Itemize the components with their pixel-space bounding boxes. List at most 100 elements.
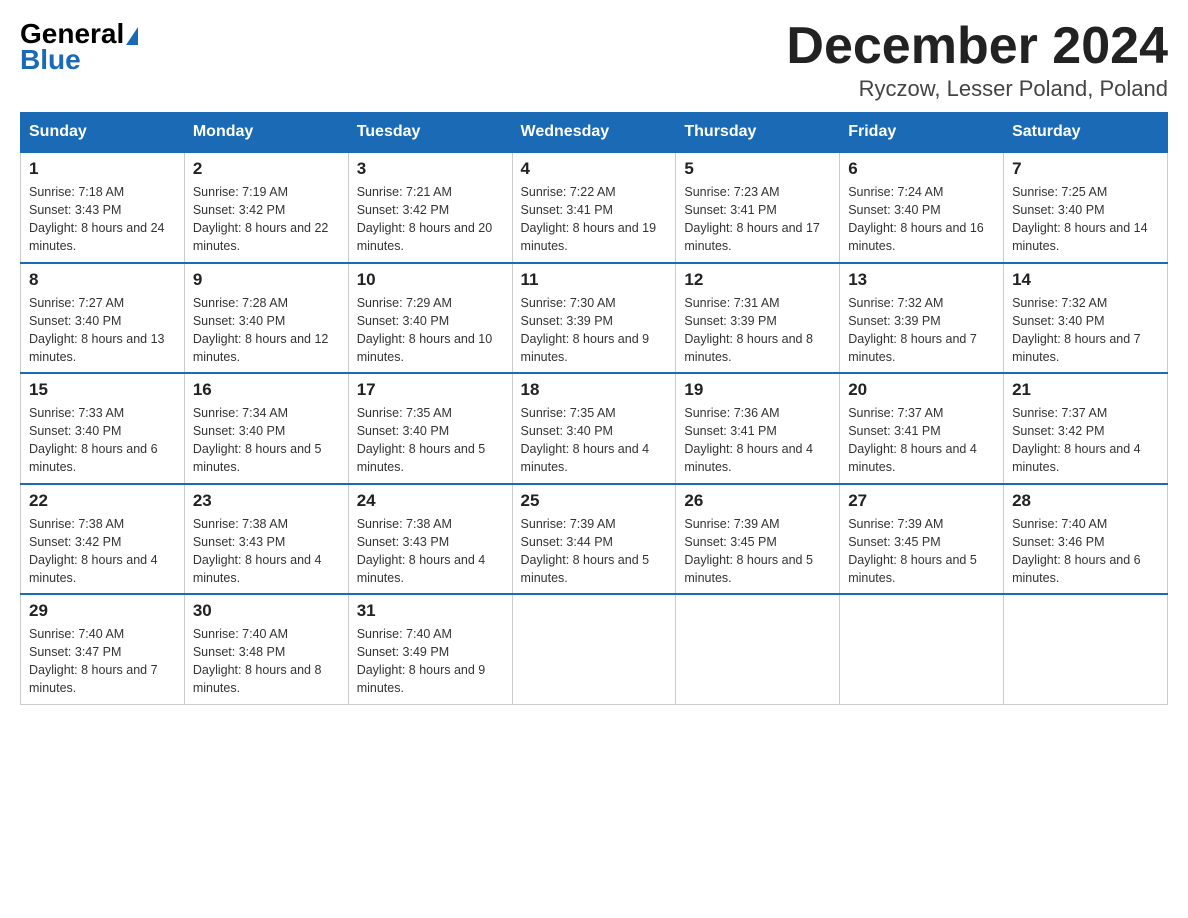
day-info: Sunrise: 7:32 AMSunset: 3:39 PMDaylight:… (848, 294, 995, 367)
day-info: Sunrise: 7:38 AMSunset: 3:43 PMDaylight:… (357, 515, 504, 588)
table-row: 18 Sunrise: 7:35 AMSunset: 3:40 PMDaylig… (512, 373, 676, 484)
day-number: 6 (848, 159, 995, 179)
day-number: 17 (357, 380, 504, 400)
table-row: 4 Sunrise: 7:22 AMSunset: 3:41 PMDayligh… (512, 152, 676, 263)
day-number: 24 (357, 491, 504, 511)
day-info: Sunrise: 7:21 AMSunset: 3:42 PMDaylight:… (357, 183, 504, 256)
week-row-3: 15 Sunrise: 7:33 AMSunset: 3:40 PMDaylig… (21, 373, 1168, 484)
month-title: December 2024 (786, 20, 1168, 72)
day-info: Sunrise: 7:24 AMSunset: 3:40 PMDaylight:… (848, 183, 995, 256)
table-row (1004, 594, 1168, 704)
table-row: 22 Sunrise: 7:38 AMSunset: 3:42 PMDaylig… (21, 484, 185, 595)
day-info: Sunrise: 7:35 AMSunset: 3:40 PMDaylight:… (521, 404, 668, 477)
table-row: 29 Sunrise: 7:40 AMSunset: 3:47 PMDaylig… (21, 594, 185, 704)
day-number: 27 (848, 491, 995, 511)
day-number: 22 (29, 491, 176, 511)
table-row: 1 Sunrise: 7:18 AMSunset: 3:43 PMDayligh… (21, 152, 185, 263)
logo-blue: Blue (20, 44, 81, 76)
day-number: 14 (1012, 270, 1159, 290)
col-thursday: Thursday (676, 113, 840, 153)
day-number: 9 (193, 270, 340, 290)
day-number: 26 (684, 491, 831, 511)
table-row: 10 Sunrise: 7:29 AMSunset: 3:40 PMDaylig… (348, 263, 512, 374)
table-row: 8 Sunrise: 7:27 AMSunset: 3:40 PMDayligh… (21, 263, 185, 374)
day-number: 23 (193, 491, 340, 511)
table-row: 14 Sunrise: 7:32 AMSunset: 3:40 PMDaylig… (1004, 263, 1168, 374)
day-number: 1 (29, 159, 176, 179)
day-info: Sunrise: 7:39 AMSunset: 3:45 PMDaylight:… (848, 515, 995, 588)
day-info: Sunrise: 7:27 AMSunset: 3:40 PMDaylight:… (29, 294, 176, 367)
col-monday: Monday (184, 113, 348, 153)
table-row: 3 Sunrise: 7:21 AMSunset: 3:42 PMDayligh… (348, 152, 512, 263)
day-info: Sunrise: 7:35 AMSunset: 3:40 PMDaylight:… (357, 404, 504, 477)
day-number: 13 (848, 270, 995, 290)
table-row: 7 Sunrise: 7:25 AMSunset: 3:40 PMDayligh… (1004, 152, 1168, 263)
day-number: 4 (521, 159, 668, 179)
day-info: Sunrise: 7:39 AMSunset: 3:44 PMDaylight:… (521, 515, 668, 588)
col-wednesday: Wednesday (512, 113, 676, 153)
day-info: Sunrise: 7:37 AMSunset: 3:41 PMDaylight:… (848, 404, 995, 477)
table-row: 26 Sunrise: 7:39 AMSunset: 3:45 PMDaylig… (676, 484, 840, 595)
day-info: Sunrise: 7:40 AMSunset: 3:46 PMDaylight:… (1012, 515, 1159, 588)
day-number: 7 (1012, 159, 1159, 179)
day-info: Sunrise: 7:18 AMSunset: 3:43 PMDaylight:… (29, 183, 176, 256)
col-friday: Friday (840, 113, 1004, 153)
title-section: December 2024 Ryczow, Lesser Poland, Pol… (786, 20, 1168, 102)
day-info: Sunrise: 7:36 AMSunset: 3:41 PMDaylight:… (684, 404, 831, 477)
day-info: Sunrise: 7:33 AMSunset: 3:40 PMDaylight:… (29, 404, 176, 477)
table-row: 24 Sunrise: 7:38 AMSunset: 3:43 PMDaylig… (348, 484, 512, 595)
table-row: 12 Sunrise: 7:31 AMSunset: 3:39 PMDaylig… (676, 263, 840, 374)
day-info: Sunrise: 7:22 AMSunset: 3:41 PMDaylight:… (521, 183, 668, 256)
logo: General Blue (20, 20, 138, 76)
table-row: 11 Sunrise: 7:30 AMSunset: 3:39 PMDaylig… (512, 263, 676, 374)
day-number: 12 (684, 270, 831, 290)
day-number: 2 (193, 159, 340, 179)
calendar-header-row: Sunday Monday Tuesday Wednesday Thursday… (21, 113, 1168, 153)
logo-triangle-icon (126, 27, 138, 45)
day-info: Sunrise: 7:40 AMSunset: 3:49 PMDaylight:… (357, 625, 504, 698)
day-number: 8 (29, 270, 176, 290)
table-row: 20 Sunrise: 7:37 AMSunset: 3:41 PMDaylig… (840, 373, 1004, 484)
table-row: 15 Sunrise: 7:33 AMSunset: 3:40 PMDaylig… (21, 373, 185, 484)
day-info: Sunrise: 7:32 AMSunset: 3:40 PMDaylight:… (1012, 294, 1159, 367)
table-row: 19 Sunrise: 7:36 AMSunset: 3:41 PMDaylig… (676, 373, 840, 484)
day-number: 21 (1012, 380, 1159, 400)
day-number: 15 (29, 380, 176, 400)
table-row (676, 594, 840, 704)
table-row: 21 Sunrise: 7:37 AMSunset: 3:42 PMDaylig… (1004, 373, 1168, 484)
day-info: Sunrise: 7:40 AMSunset: 3:48 PMDaylight:… (193, 625, 340, 698)
day-number: 30 (193, 601, 340, 621)
table-row: 25 Sunrise: 7:39 AMSunset: 3:44 PMDaylig… (512, 484, 676, 595)
table-row: 28 Sunrise: 7:40 AMSunset: 3:46 PMDaylig… (1004, 484, 1168, 595)
day-info: Sunrise: 7:25 AMSunset: 3:40 PMDaylight:… (1012, 183, 1159, 256)
day-number: 16 (193, 380, 340, 400)
day-number: 10 (357, 270, 504, 290)
day-info: Sunrise: 7:38 AMSunset: 3:43 PMDaylight:… (193, 515, 340, 588)
table-row: 30 Sunrise: 7:40 AMSunset: 3:48 PMDaylig… (184, 594, 348, 704)
day-info: Sunrise: 7:34 AMSunset: 3:40 PMDaylight:… (193, 404, 340, 477)
table-row: 6 Sunrise: 7:24 AMSunset: 3:40 PMDayligh… (840, 152, 1004, 263)
week-row-5: 29 Sunrise: 7:40 AMSunset: 3:47 PMDaylig… (21, 594, 1168, 704)
table-row: 17 Sunrise: 7:35 AMSunset: 3:40 PMDaylig… (348, 373, 512, 484)
page-header: General Blue December 2024 Ryczow, Lesse… (20, 20, 1168, 102)
day-info: Sunrise: 7:38 AMSunset: 3:42 PMDaylight:… (29, 515, 176, 588)
table-row (840, 594, 1004, 704)
table-row: 27 Sunrise: 7:39 AMSunset: 3:45 PMDaylig… (840, 484, 1004, 595)
day-info: Sunrise: 7:39 AMSunset: 3:45 PMDaylight:… (684, 515, 831, 588)
day-info: Sunrise: 7:30 AMSunset: 3:39 PMDaylight:… (521, 294, 668, 367)
day-number: 11 (521, 270, 668, 290)
col-tuesday: Tuesday (348, 113, 512, 153)
day-info: Sunrise: 7:29 AMSunset: 3:40 PMDaylight:… (357, 294, 504, 367)
week-row-4: 22 Sunrise: 7:38 AMSunset: 3:42 PMDaylig… (21, 484, 1168, 595)
table-row: 31 Sunrise: 7:40 AMSunset: 3:49 PMDaylig… (348, 594, 512, 704)
day-number: 28 (1012, 491, 1159, 511)
day-info: Sunrise: 7:19 AMSunset: 3:42 PMDaylight:… (193, 183, 340, 256)
week-row-1: 1 Sunrise: 7:18 AMSunset: 3:43 PMDayligh… (21, 152, 1168, 263)
day-number: 29 (29, 601, 176, 621)
day-number: 3 (357, 159, 504, 179)
col-sunday: Sunday (21, 113, 185, 153)
col-saturday: Saturday (1004, 113, 1168, 153)
calendar-table: Sunday Monday Tuesday Wednesday Thursday… (20, 112, 1168, 705)
table-row: 5 Sunrise: 7:23 AMSunset: 3:41 PMDayligh… (676, 152, 840, 263)
table-row: 13 Sunrise: 7:32 AMSunset: 3:39 PMDaylig… (840, 263, 1004, 374)
